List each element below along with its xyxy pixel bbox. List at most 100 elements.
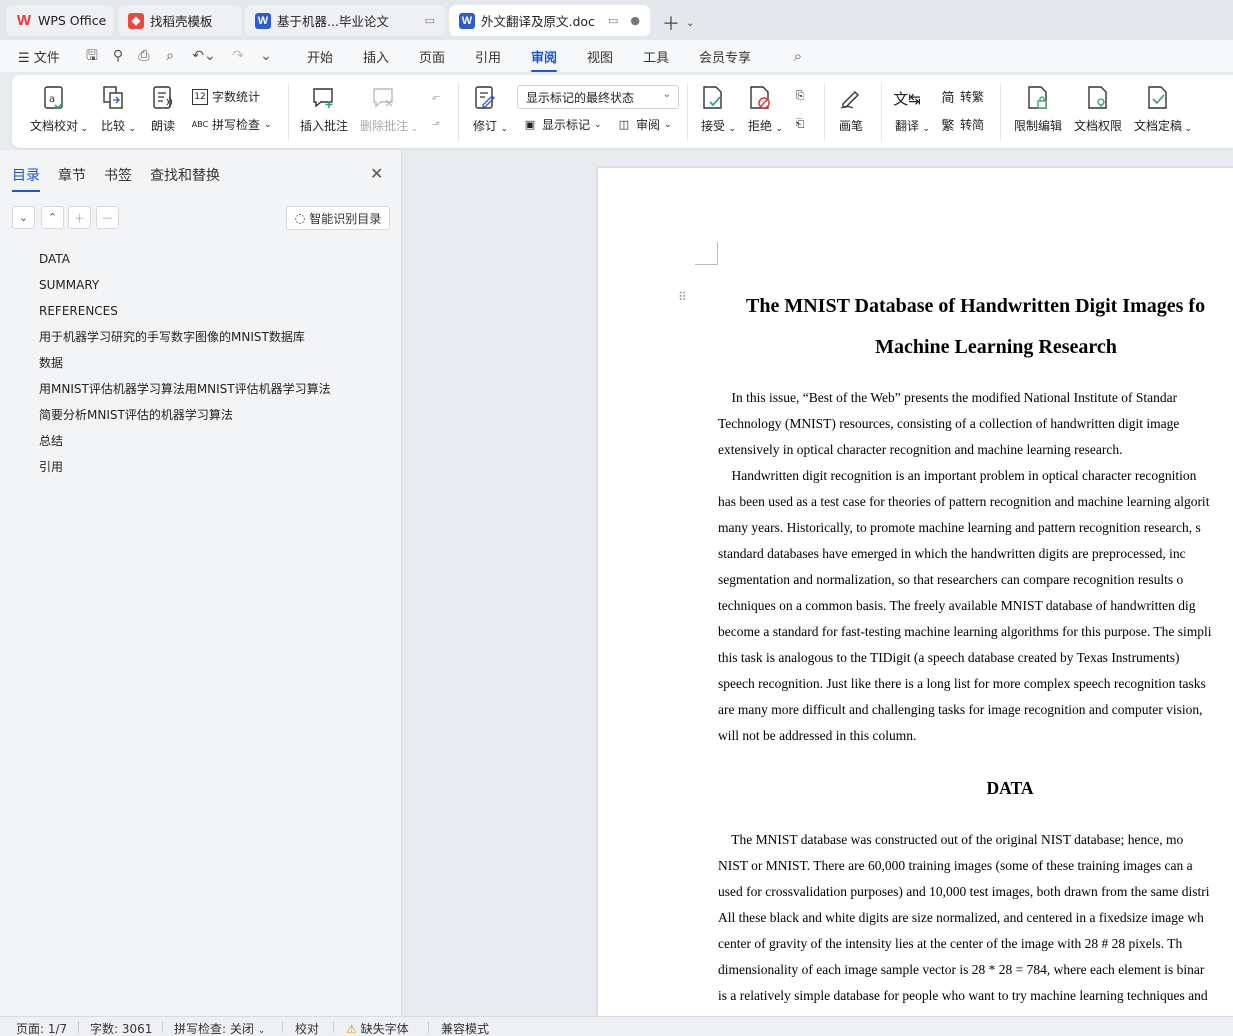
document-page[interactable]: ⠿ The MNIST Database of Handwritten Digi… xyxy=(598,168,1233,1016)
doc-permission-button[interactable]: 文档权限 xyxy=(1074,85,1122,134)
revise-button[interactable]: 修订 ⌄ xyxy=(472,85,508,134)
accept-button[interactable]: 接受 ⌄ xyxy=(700,85,736,134)
panel-tab-bookmarks[interactable]: 书签 xyxy=(104,165,132,185)
ribbon-divider xyxy=(1000,83,1001,141)
restrict-edit-button[interactable]: 限制编辑 xyxy=(1014,85,1062,134)
toc-item[interactable]: 引用 xyxy=(39,458,331,484)
drag-handle-icon[interactable]: ⠿ xyxy=(678,291,688,303)
compare-button[interactable]: 比较 ⌄ xyxy=(100,85,136,134)
missing-font-button[interactable]: ⚠ 缺失字体 xyxy=(346,1020,409,1036)
toc-item[interactable]: 总结 xyxy=(39,432,331,458)
delete-comment-button[interactable]: 删除批注 ⌄ xyxy=(360,85,418,134)
menu-item-insert[interactable]: 插入 xyxy=(363,47,389,66)
panel-tab-find-replace[interactable]: 查找和替换 xyxy=(150,165,220,185)
previous-comment-button[interactable]: ⬐ xyxy=(428,88,444,104)
translate-button[interactable]: 文↹ 翻译 ⌄ xyxy=(893,85,930,135)
document-body[interactable]: The MNIST Database of Handwritten Digit … xyxy=(718,286,1233,1009)
tab-label: 外文翻译及原文.doc xyxy=(481,14,595,29)
menu-item-tools[interactable]: 工具 xyxy=(643,47,669,66)
toc-item[interactable]: 数据 xyxy=(39,354,331,380)
toc-item[interactable]: 用于机器学习研究的手写数字图像的MNIST数据库 xyxy=(39,328,331,354)
add-heading-button[interactable]: ＋ xyxy=(68,206,91,229)
menu-item-home[interactable]: 开始 xyxy=(307,47,333,66)
to-traditional-button[interactable]: 简转繁 xyxy=(940,88,984,106)
document-title-line-1: The MNIST Database of Handwritten Digit … xyxy=(746,295,1206,317)
compare-label: 比较 xyxy=(100,119,125,133)
more-chevron-icon[interactable]: ⌄ xyxy=(258,48,274,64)
markup-state-select[interactable]: 显示标记的最终状态 ⌄ xyxy=(517,85,679,109)
chevron-down-icon: ⌄ xyxy=(662,89,671,100)
expand-all-button[interactable]: ⌄ xyxy=(12,206,35,229)
file-menu[interactable]: ☰ 文件 xyxy=(18,47,60,66)
print-preview-icon[interactable]: ⌕ xyxy=(162,48,178,64)
word-count-indicator[interactable]: 字数: 3061 xyxy=(90,1020,152,1036)
toc-item[interactable]: REFERENCES xyxy=(39,302,331,328)
to-simplified-button[interactable]: 繁转简 xyxy=(940,116,984,134)
show-markup-button[interactable]: ▣ 显示标记 ⌄ xyxy=(522,116,602,133)
word-count-button[interactable]: 12 字数统计 xyxy=(192,88,260,105)
toc-item[interactable]: SUMMARY xyxy=(39,276,331,302)
redo-icon[interactable]: ↷ xyxy=(230,48,246,64)
proofread-status-button[interactable]: 校对 xyxy=(295,1020,319,1036)
menu-item-references[interactable]: 引用 xyxy=(475,47,501,66)
close-icon[interactable]: ✕ xyxy=(370,164,383,183)
cloud-sync-icon[interactable]: ▭ xyxy=(425,14,435,27)
pen-label: 画笔 xyxy=(838,119,863,133)
reject-button[interactable]: 拒绝 ⌄ xyxy=(747,85,783,134)
collapse-all-button[interactable]: ⌃ xyxy=(41,206,64,229)
unsaved-dot-icon[interactable]: ● xyxy=(630,14,640,27)
next-revision-button[interactable]: ⎗ xyxy=(792,116,808,132)
menu-item-review[interactable]: 审阅 xyxy=(531,47,558,72)
restrict-edit-icon xyxy=(1025,85,1051,111)
accept-icon xyxy=(700,85,726,111)
accept-label: 接受 xyxy=(700,119,725,133)
reject-label: 拒绝 xyxy=(747,119,772,133)
cloud-sync-icon[interactable]: ▭ xyxy=(608,14,618,27)
file-menu-label: 文件 xyxy=(33,51,60,66)
smart-toc-button[interactable]: ◌ 智能识别目录 xyxy=(286,206,390,230)
print-icon[interactable]: ⎙ xyxy=(136,48,152,64)
panel-tab-sections[interactable]: 章节 xyxy=(58,165,86,185)
spell-check-button[interactable]: ABC 拼写检查 ⌄ xyxy=(192,116,272,133)
menu-item-page[interactable]: 页面 xyxy=(419,47,445,66)
undo-icon[interactable]: ↶⌄ xyxy=(190,48,218,64)
proofread-button[interactable]: a 文档校对 ⌄ xyxy=(30,85,88,134)
tab-translation-doc[interactable]: W 外文翻译及原文.doc ▭ ● xyxy=(449,5,650,36)
search-icon[interactable]: ⌕ xyxy=(790,48,806,64)
toc-item[interactable]: DATA xyxy=(39,250,331,276)
paragraph-line: The MNIST database was constructed out o… xyxy=(718,832,1184,847)
spell-check-toggle[interactable]: 拼写检查: 关闭 ⌄ xyxy=(174,1020,265,1036)
review-pane-button[interactable]: ◫ 审阅 ⌄ xyxy=(616,116,672,133)
tab-docer-templates[interactable]: ◆ 找稻壳模板 xyxy=(118,5,242,36)
status-divider xyxy=(428,1021,429,1033)
toc-item[interactable]: 简要分析MNIST评估的机器学习算法 xyxy=(39,406,331,432)
paragraph-line: Handwritten digit recognition is an impo… xyxy=(718,468,1197,483)
doc-finalize-button[interactable]: 文档定稿 ⌄ xyxy=(1134,85,1192,134)
save-icon[interactable]: 🖫 xyxy=(84,48,100,64)
toc-item[interactable]: 用MNIST评估机器学习算法用MNIST评估机器学习算法 xyxy=(39,380,331,406)
page-margin-corner xyxy=(695,242,718,265)
wps-logo-icon: W xyxy=(16,12,32,29)
new-tab-button[interactable]: ＋ ⌄ xyxy=(662,10,694,36)
pen-button[interactable]: 画笔 xyxy=(838,85,864,134)
document-canvas[interactable]: ⠿ The MNIST Database of Handwritten Digi… xyxy=(403,150,1233,1016)
next-comment-icon: ⬏ xyxy=(431,117,441,131)
read-aloud-button[interactable]: 朗读 xyxy=(150,85,176,134)
remove-heading-button[interactable]: — xyxy=(96,206,119,229)
menu-item-member[interactable]: 会员专享 xyxy=(699,47,751,66)
docer-icon: ◆ xyxy=(128,12,144,29)
share-link-icon[interactable]: ⚲ xyxy=(110,48,126,64)
previous-revision-button[interactable]: ⎘ xyxy=(792,88,808,104)
panel-tab-toc[interactable]: 目录 xyxy=(12,165,40,192)
paragraph-line: In this issue, “Best of the Web” present… xyxy=(718,390,1178,405)
paragraph-line: is a relatively simple database for peop… xyxy=(718,988,1208,1003)
ribbon-divider xyxy=(687,83,688,141)
insert-comment-button[interactable]: 插入批注 xyxy=(300,85,348,134)
next-comment-button[interactable]: ⬏ xyxy=(428,116,444,132)
tab-label: 基于机器...毕业论文 xyxy=(277,14,389,29)
page-indicator[interactable]: 页面: 1/7 xyxy=(16,1020,67,1036)
paragraph-line: center of gravity of the intensity lies … xyxy=(718,936,1183,951)
menu-item-view[interactable]: 视图 xyxy=(587,47,613,66)
tab-wps-office[interactable]: W WPS Office xyxy=(6,5,114,36)
tab-thesis-doc[interactable]: W 基于机器...毕业论文 ▭ xyxy=(245,5,445,36)
